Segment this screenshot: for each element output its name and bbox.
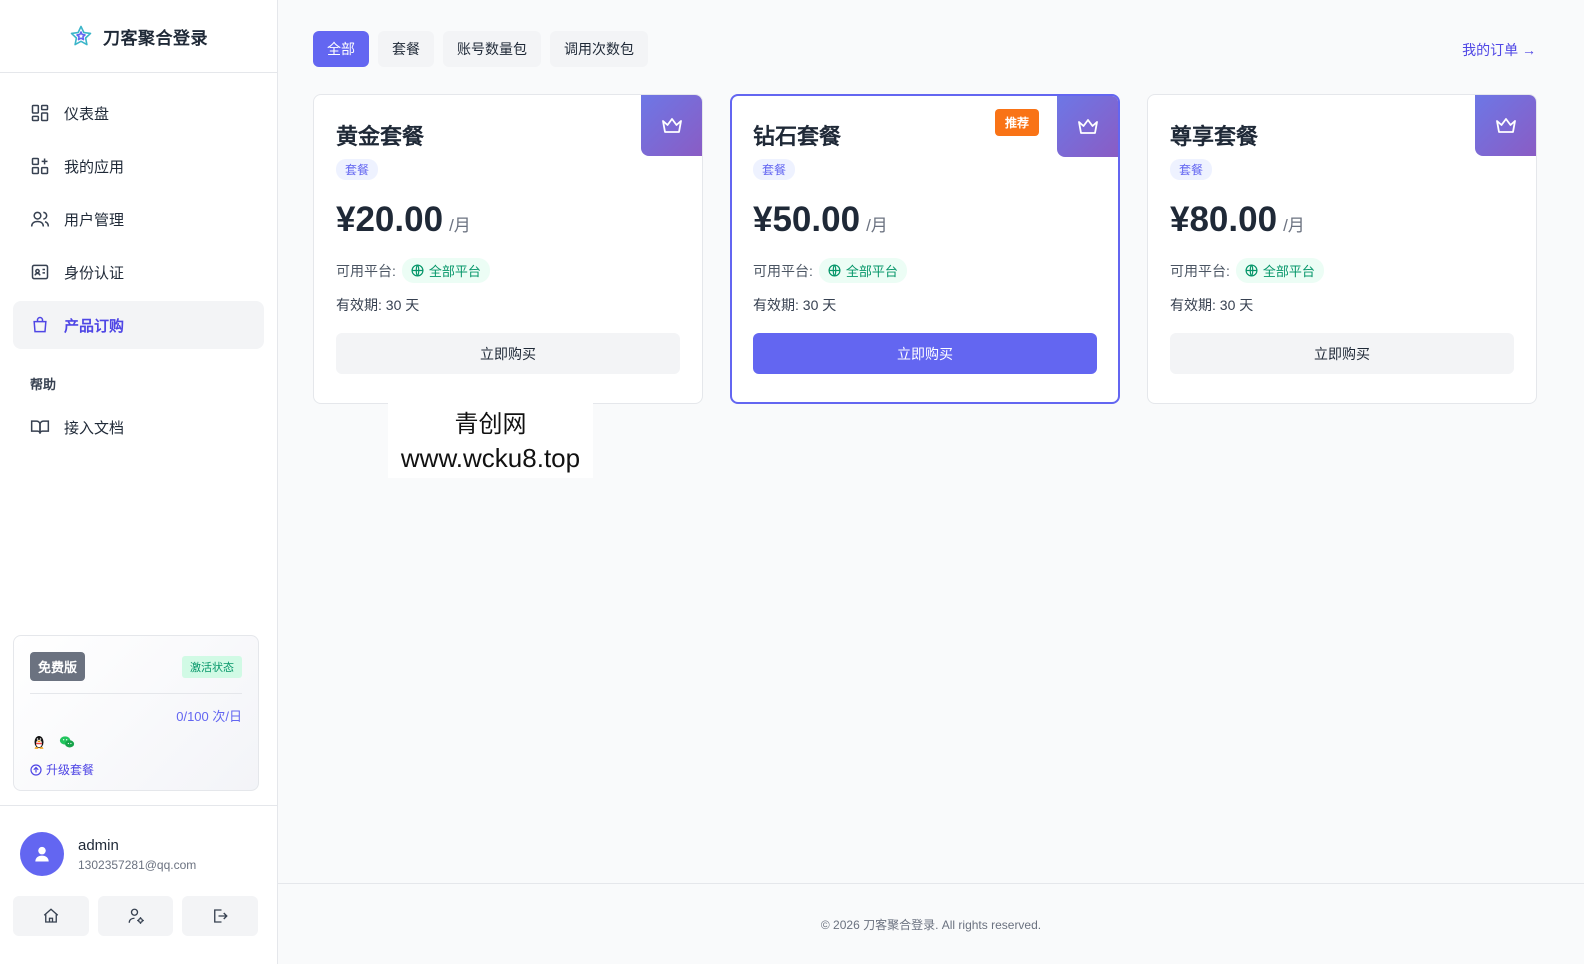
watermark: 青创网 www.wcku8.top <box>388 398 593 478</box>
main-content: 全部 套餐 账号数量包 调用次数包 我的订单 → 黄金套餐 套餐 ¥20.00 … <box>278 0 1584 964</box>
sidebar-item-label: 用户管理 <box>64 211 125 229</box>
avatar[interactable] <box>20 832 64 876</box>
plan-socials <box>30 733 242 751</box>
star-logo-icon <box>70 25 92 46</box>
product-card-gold: 黄金套餐 套餐 ¥20.00 /月 可用平台: 全部平台 有效期: 30 天 立… <box>313 94 703 404</box>
home-button[interactable] <box>13 896 89 936</box>
sidebar-item-users[interactable]: 用户管理 <box>13 195 264 243</box>
watermark-line2: www.wcku8.top <box>400 443 581 473</box>
card-corner <box>641 95 702 156</box>
status-badge: 激活状态 <box>182 655 242 678</box>
card-price: ¥20.00 <box>336 200 444 239</box>
sidebar-item-dashboard[interactable]: 仪表盘 <box>13 89 264 137</box>
plan-usage: 0/100 次/日 <box>176 709 242 724</box>
plan-card: 免费版 激活状态 0/100 次/日 升级套餐 <box>13 635 259 791</box>
platform-chip: 全部平台 <box>818 258 907 283</box>
card-validity: 有效期: 30 天 <box>336 297 420 313</box>
sidebar-item-apps[interactable]: 我的应用 <box>13 142 264 190</box>
qq-penguin-icon <box>34 736 44 749</box>
id-card-icon <box>31 264 49 280</box>
sidebar-item-label: 我的应用 <box>64 158 125 176</box>
users-icon <box>30 211 50 227</box>
buy-button[interactable]: 立即购买 <box>336 333 680 374</box>
user-settings-button[interactable] <box>97 896 174 936</box>
card-validity: 有效期: 30 天 <box>1170 297 1254 313</box>
product-card-premium: 尊享套餐 套餐 ¥80.00 /月 可用平台: 全部平台 有效期: 30 天 立… <box>1147 94 1537 404</box>
sidebar: 刀客聚合登录 仪表盘 我的应用 用户管理 身份认证 产品订购 帮助 接入文档 免… <box>0 0 278 964</box>
footer: © 2026 刀客聚合登录. All rights reserved. <box>278 883 1584 964</box>
plan-badge: 免费版 <box>30 652 86 681</box>
sidebar-item-products[interactable]: 产品订购 <box>13 301 264 349</box>
card-corner <box>1057 96 1118 157</box>
card-tag: 套餐 <box>336 159 379 180</box>
globe-icon <box>411 264 424 277</box>
crown-icon <box>661 117 682 133</box>
watermark-line1: 青创网 <box>454 411 527 438</box>
platform-label: 可用平台: <box>1170 262 1230 279</box>
sidebar-item-docs[interactable]: 接入文档 <box>13 403 264 451</box>
user-name: admin <box>78 836 119 854</box>
card-title: 尊享套餐 <box>1170 124 1259 149</box>
logout-icon <box>214 909 228 923</box>
crown-icon <box>1077 118 1098 134</box>
user-email: 1302357281@qq.com <box>78 857 197 872</box>
product-card-diamond: 推荐 钻石套餐 套餐 ¥50.00 /月 可用平台: 全部平台 有效期: 30 … <box>730 94 1120 404</box>
tab-call-packs[interactable]: 调用次数包 <box>550 31 648 67</box>
logout-button[interactable] <box>182 896 259 936</box>
card-title: 黄金套餐 <box>336 124 425 149</box>
sidebar-item-label: 仪表盘 <box>64 105 110 123</box>
platform-label: 可用平台: <box>336 262 396 279</box>
sidebar-item-identity[interactable]: 身份认证 <box>13 248 264 296</box>
upgrade-plan-link[interactable]: 升级套餐 <box>30 761 242 778</box>
wechat-icon <box>59 736 75 748</box>
crown-icon <box>1495 117 1516 133</box>
book-icon <box>30 420 50 434</box>
platform-chip: 全部平台 <box>401 258 490 283</box>
platform-chip-label: 全部平台 <box>845 264 898 279</box>
user-icon <box>35 846 49 862</box>
card-price: ¥50.00 <box>753 200 861 239</box>
dashboard-icon <box>31 104 49 122</box>
my-orders-link[interactable]: 我的订单 → <box>1462 40 1536 60</box>
user-gear-icon <box>128 908 144 924</box>
tab-plans[interactable]: 套餐 <box>378 31 434 67</box>
buy-button[interactable]: 立即购买 <box>1170 333 1514 374</box>
nav-section-help: 帮助 <box>30 377 57 392</box>
buy-button[interactable]: 立即购买 <box>753 333 1097 374</box>
platform-chip-label: 全部平台 <box>428 264 481 279</box>
brand-title: 刀客聚合登录 <box>103 28 208 48</box>
home-icon <box>43 908 59 923</box>
tab-account-packs[interactable]: 账号数量包 <box>443 31 541 67</box>
shopping-bag-icon <box>33 316 47 333</box>
card-validity: 有效期: 30 天 <box>753 297 837 313</box>
platform-chip: 全部平台 <box>1235 258 1324 283</box>
user-area: admin 1302357281@qq.com <box>0 805 278 964</box>
product-cards: 黄金套餐 套餐 ¥20.00 /月 可用平台: 全部平台 有效期: 30 天 立… <box>313 94 1537 404</box>
card-period: /月 <box>449 216 471 235</box>
user-actions <box>13 896 259 936</box>
recommend-badge: 推荐 <box>994 109 1039 136</box>
category-tabs: 全部 套餐 账号数量包 调用次数包 <box>313 31 648 67</box>
platform-label: 可用平台: <box>753 262 813 279</box>
card-tag: 套餐 <box>753 159 796 180</box>
card-title: 钻石套餐 <box>753 124 842 149</box>
card-period: /月 <box>1283 216 1305 235</box>
card-tag: 套餐 <box>1170 159 1213 180</box>
sidebar-item-label: 产品订购 <box>64 317 125 335</box>
upgrade-plan-label: 升级套餐 <box>46 763 95 777</box>
sidebar-item-label: 接入文档 <box>64 419 125 437</box>
apps-icon <box>31 157 49 175</box>
card-period: /月 <box>866 216 888 235</box>
platform-chip-label: 全部平台 <box>1262 264 1315 279</box>
globe-icon <box>828 264 841 277</box>
tab-all[interactable]: 全部 <box>313 31 369 67</box>
card-corner <box>1475 95 1536 156</box>
sidebar-nav: 仪表盘 我的应用 用户管理 身份认证 产品订购 帮助 接入文档 <box>0 73 277 451</box>
globe-icon <box>1245 264 1258 277</box>
brand[interactable]: 刀客聚合登录 <box>0 0 277 73</box>
arrow-up-circle-icon <box>30 763 42 776</box>
card-price: ¥80.00 <box>1170 200 1278 239</box>
sidebar-item-label: 身份认证 <box>64 264 125 282</box>
